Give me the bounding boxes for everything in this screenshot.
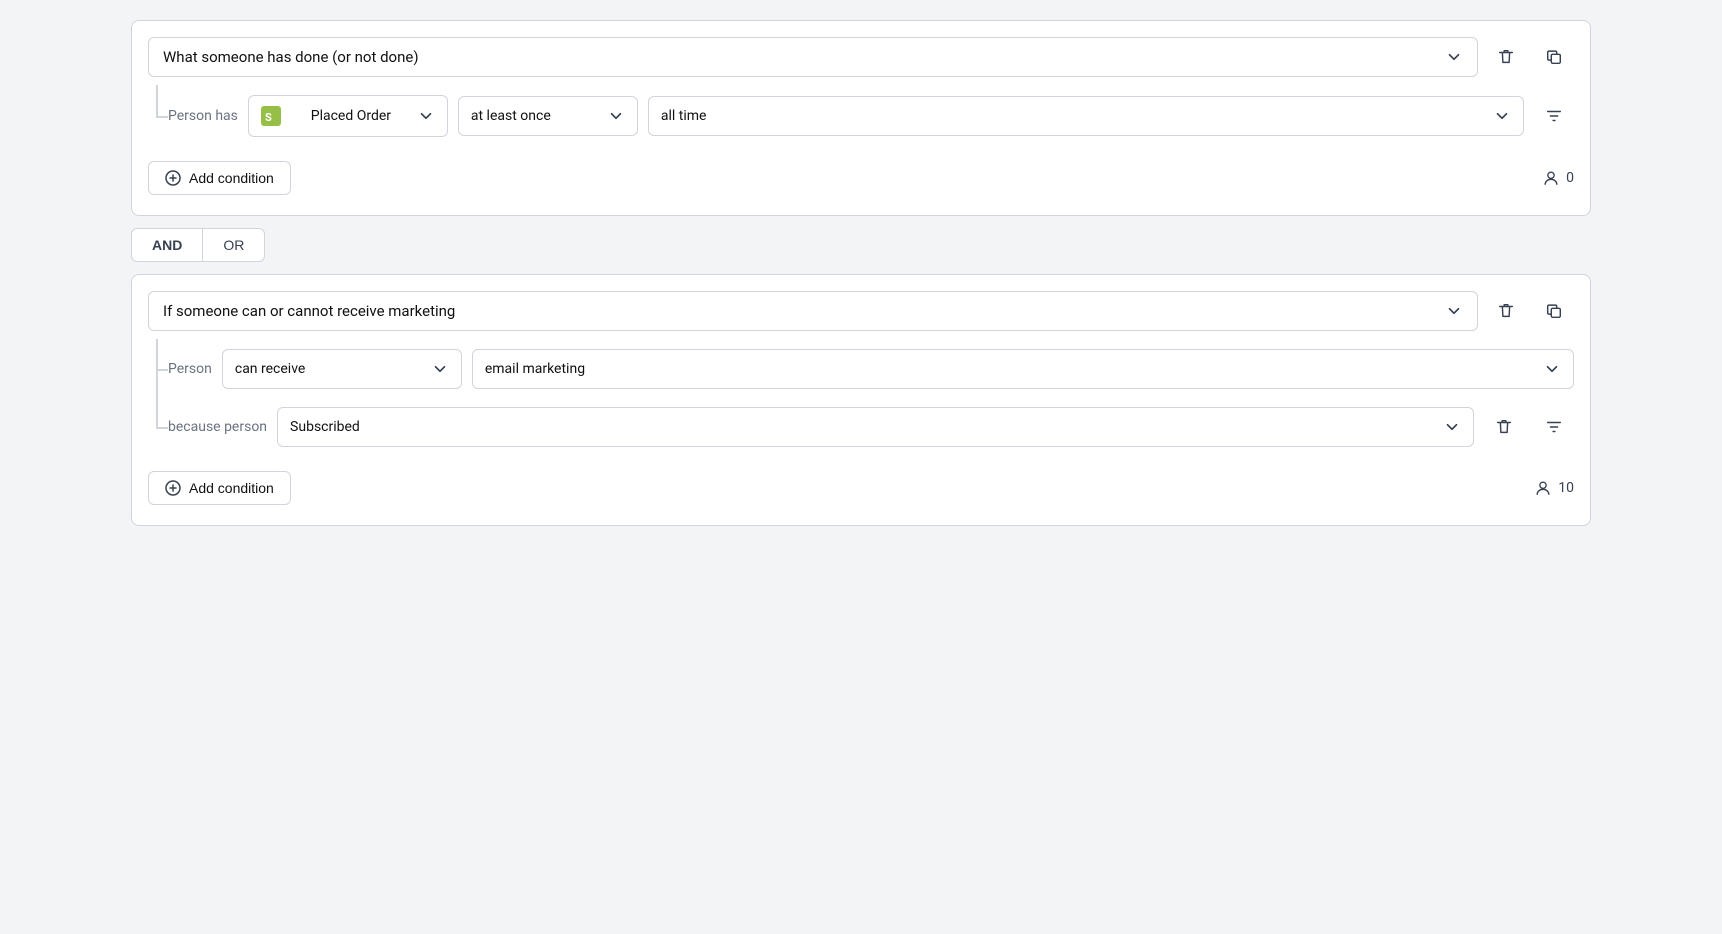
logic-operator-buttons: AND OR [131, 228, 1591, 262]
filter-icon-2 [1545, 418, 1563, 436]
block1-main-select[interactable]: What someone has done (or not done) [148, 37, 1478, 77]
can-receive-chevron-icon [431, 360, 449, 378]
email-marketing-label: email marketing [485, 361, 585, 377]
block2-person-row: Person can receive email marketing [148, 349, 1574, 389]
or-button[interactable]: OR [202, 228, 265, 262]
block2-because-row: because person Subscribed [148, 407, 1574, 447]
block2-add-condition-label: Add condition [189, 480, 274, 496]
page-wrapper: What someone has done (or not done) Pers… [131, 20, 1591, 526]
block1-main-select-label: What someone has done (or not done) [163, 48, 419, 66]
block2-user-count: 10 [1534, 479, 1574, 497]
block1-add-condition-label: Add condition [189, 170, 274, 186]
block2-email-marketing-select[interactable]: email marketing [472, 349, 1574, 389]
filter-icon [1545, 107, 1563, 125]
block2-delete-button[interactable] [1486, 291, 1526, 331]
block2-chevron-icon [1445, 302, 1463, 320]
block1-delete-button[interactable] [1486, 37, 1526, 77]
shopify-logo-icon: S [261, 106, 281, 126]
block2-subscribed-delete-button[interactable] [1484, 407, 1524, 447]
block1-user-count: 0 [1542, 169, 1574, 187]
time-label: all time [661, 108, 707, 124]
block2-count-value: 10 [1558, 480, 1574, 496]
block1-footer: Add condition 0 [148, 161, 1574, 195]
condition-block-1: What someone has done (or not done) Pers… [131, 20, 1591, 216]
block1-frequency-select[interactable]: at least once [458, 96, 638, 136]
block2-footer: Add condition 10 [148, 471, 1574, 505]
block1-person-row: Person has S Placed Order at least once … [148, 95, 1574, 137]
block2-can-receive-select[interactable]: can receive [222, 349, 462, 389]
trash-icon-3 [1495, 418, 1513, 436]
block1-filter-button[interactable] [1534, 96, 1574, 136]
plus-circle-icon-2 [165, 480, 181, 496]
block2-header: If someone can or cannot receive marketi… [148, 291, 1574, 331]
user-icon-2 [1534, 479, 1552, 497]
block2-main-select[interactable]: If someone can or cannot receive marketi… [148, 291, 1478, 331]
block1-copy-button[interactable] [1534, 37, 1574, 77]
can-receive-label: can receive [235, 361, 305, 377]
block1-chevron-icon [1445, 48, 1463, 66]
trash-icon-2 [1497, 302, 1515, 320]
copy-icon-2 [1545, 302, 1563, 320]
block2-main-select-label: If someone can or cannot receive marketi… [163, 302, 455, 320]
block2-subscribed-select[interactable]: Subscribed [277, 407, 1474, 447]
block2-because-person-label: because person [168, 419, 267, 435]
condition-block-2: If someone can or cannot receive marketi… [131, 274, 1591, 526]
block2-add-condition-button[interactable]: Add condition [148, 471, 291, 505]
and-button[interactable]: AND [131, 228, 202, 262]
placed-order-label: Placed Order [311, 108, 391, 124]
placed-order-chevron-icon [417, 107, 435, 125]
email-marketing-chevron-icon [1543, 360, 1561, 378]
block2-person-label: Person [168, 361, 212, 377]
block1-placed-order-select[interactable]: S Placed Order [248, 95, 448, 137]
block2-copy-button[interactable] [1534, 291, 1574, 331]
block1-count-value: 0 [1566, 170, 1574, 186]
plus-circle-icon [165, 170, 181, 186]
time-chevron-icon [1493, 107, 1511, 125]
frequency-chevron-icon [607, 107, 625, 125]
svg-text:S: S [265, 111, 272, 124]
subscribed-label: Subscribed [290, 419, 360, 435]
block1-person-has-label: Person has [168, 108, 238, 124]
block1-time-select[interactable]: all time [648, 96, 1524, 136]
trash-icon [1497, 48, 1515, 66]
frequency-label: at least once [471, 108, 551, 124]
subscribed-chevron-icon [1443, 418, 1461, 436]
copy-icon [1545, 48, 1563, 66]
block1-header: What someone has done (or not done) [148, 37, 1574, 77]
user-icon [1542, 169, 1560, 187]
block1-add-condition-button[interactable]: Add condition [148, 161, 291, 195]
block2-subscribed-filter-button[interactable] [1534, 407, 1574, 447]
